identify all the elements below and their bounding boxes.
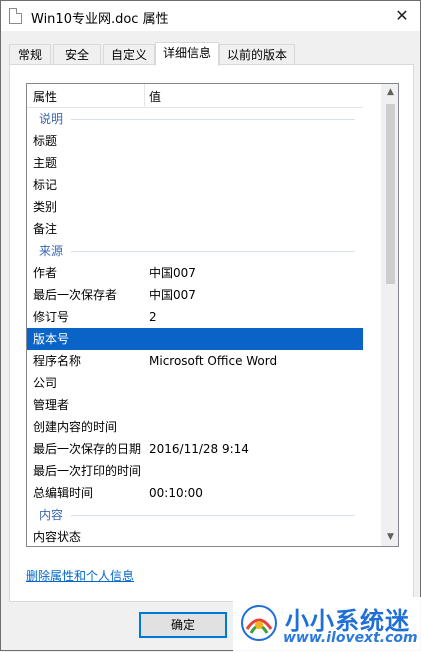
property-value: 中国007 <box>149 288 196 302</box>
property-list[interactable]: 属性 值 说明 标题 主题 标记 类别 备注 来源 作者 中国007 最后一次保存者 中国007 修订… <box>26 83 399 547</box>
watermark-logo-icon <box>241 605 277 641</box>
tab-custom[interactable]: 自定义 <box>103 44 155 65</box>
group-label: 说明 <box>39 112 64 126</box>
property-name: 类别 <box>33 200 58 214</box>
property-value: 2 <box>149 310 157 324</box>
scroll-down-arrow-icon[interactable]: ▼ <box>382 529 398 546</box>
property-name: 版本号 <box>33 332 70 346</box>
watermark: 小小系统迷 www.ilovext.com <box>233 597 421 652</box>
property-row[interactable]: 创建内容的时间 <box>27 416 363 438</box>
property-row[interactable]: 类别 <box>27 196 363 218</box>
property-row[interactable]: 最后一次打印的时间 <box>27 460 363 482</box>
scroll-thumb[interactable] <box>386 104 395 284</box>
property-name: 主题 <box>33 156 58 170</box>
group-header[interactable]: 来源 <box>27 240 363 262</box>
property-row[interactable]: 主题 <box>27 152 363 174</box>
tab-previous-versions[interactable]: 以前的版本 <box>219 44 295 65</box>
property-name: 最后一次打印的时间 <box>33 464 142 478</box>
property-row[interactable]: 标题 <box>27 130 363 152</box>
property-name: 备注 <box>33 222 58 236</box>
property-name: 程序名称 <box>33 354 82 368</box>
property-value: Microsoft Office Word <box>149 354 278 368</box>
property-name: 创建内容的时间 <box>33 420 118 434</box>
remove-properties-link[interactable]: 删除属性和个人信息 <box>26 567 134 584</box>
property-name: 修订号 <box>33 310 70 324</box>
group-header[interactable]: 内容 <box>27 504 363 526</box>
property-name: 标题 <box>33 134 58 148</box>
property-name: 标记 <box>33 178 58 192</box>
property-row[interactable]: 总编辑时间 00:10:00 <box>27 482 363 504</box>
group-header[interactable]: 说明 <box>27 108 363 130</box>
property-name: 总编辑时间 <box>33 486 94 500</box>
property-row[interactable]: 最后一次保存的日期 2016/11/28 9:14 <box>27 438 363 460</box>
property-value: 2016/11/28 9:14 <box>149 442 249 456</box>
ok-button[interactable]: 确定 <box>139 612 227 638</box>
group-divider <box>71 119 355 120</box>
group-label: 内容 <box>39 508 64 522</box>
property-row[interactable]: 最后一次保存者 中国007 <box>27 284 363 306</box>
property-row[interactable]: 版本号 <box>27 328 363 350</box>
property-name: 最后一次保存者 <box>33 288 118 302</box>
property-name: 管理者 <box>33 398 70 412</box>
property-row[interactable]: 备注 <box>27 218 363 240</box>
document-icon <box>9 8 22 24</box>
property-row[interactable]: 标记 <box>27 174 363 196</box>
property-name: 作者 <box>33 266 58 280</box>
property-row[interactable]: 作者 中国007 <box>27 262 363 284</box>
property-value: 中国007 <box>149 266 196 280</box>
group-divider <box>71 251 355 252</box>
property-name: 最后一次保存的日期 <box>33 442 142 456</box>
property-row[interactable]: 程序名称 Microsoft Office Word <box>27 350 363 372</box>
details-panel: 属性 值 说明 标题 主题 标记 类别 备注 来源 作者 中国007 最后一次保存者 中国007 修订… <box>9 64 414 602</box>
group-divider <box>71 515 355 516</box>
list-header: 属性 值 <box>27 84 363 108</box>
window-title: Win10专业网.doc 属性 <box>31 12 169 27</box>
property-rows: 说明 标题 主题 标记 类别 备注 来源 作者 中国007 最后一次保存者 中国007 修订号 2 版本号… <box>27 108 363 546</box>
property-row[interactable]: 内容状态 <box>27 526 363 546</box>
title-bar: Win10专业网.doc 属性 ✕ <box>1 1 420 31</box>
property-name: 内容状态 <box>33 530 82 544</box>
property-row[interactable]: 管理者 <box>27 394 363 416</box>
property-row[interactable]: 修订号 2 <box>27 306 363 328</box>
close-button[interactable]: ✕ <box>392 6 412 26</box>
property-value: 00:10:00 <box>149 486 203 500</box>
property-row[interactable]: 公司 <box>27 372 363 394</box>
vertical-scrollbar[interactable]: ▲ ▼ <box>381 84 398 546</box>
tab-details[interactable]: 详细信息 <box>155 42 219 66</box>
tab-security[interactable]: 安全 <box>53 44 101 65</box>
column-header-value[interactable]: 值 <box>149 88 161 105</box>
column-divider[interactable] <box>144 84 145 106</box>
watermark-url: www.ilovext.com <box>283 630 418 646</box>
column-header-property[interactable]: 属性 <box>33 88 57 105</box>
scroll-up-arrow-icon[interactable]: ▲ <box>382 84 398 101</box>
group-label: 来源 <box>39 244 64 258</box>
tab-general[interactable]: 常规 <box>9 44 51 65</box>
property-name: 公司 <box>33 376 58 390</box>
tab-strip: 常规 安全 自定义 详细信息 以前的版本 <box>9 42 414 66</box>
properties-dialog: Win10专业网.doc 属性 ✕ 常规 安全 自定义 详细信息 以前的版本 属… <box>0 0 421 652</box>
